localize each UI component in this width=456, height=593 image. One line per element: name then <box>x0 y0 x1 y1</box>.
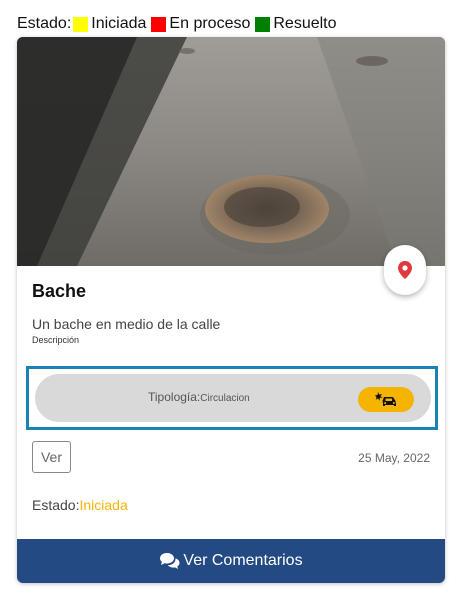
status-legend: Estado: Iniciada En proceso Resuelto <box>17 14 340 34</box>
legend-item-iniciada: Iniciada <box>71 15 146 33</box>
legend-item-resuelto: Resuelto <box>253 15 337 33</box>
status-label: Estado: <box>32 497 80 513</box>
tipologia-value: Circulacion <box>200 393 250 404</box>
tipologia-pill: Tipología:Circulacion <box>35 374 431 422</box>
description-label: Descripción <box>32 335 80 345</box>
comments-icon <box>159 552 181 570</box>
view-button[interactable]: Ver <box>32 441 71 473</box>
tipologia-highlight: Tipología:Circulacion <box>26 366 438 430</box>
legend-swatch-green <box>255 16 271 32</box>
view-comments-label: Ver Comentarios <box>183 552 303 569</box>
legend-label: Estado: <box>17 15 72 32</box>
pothole-photo <box>17 37 445 266</box>
view-comments-button[interactable]: Ver Comentarios <box>17 539 445 583</box>
tipologia-label: Tipología: <box>148 390 201 404</box>
status-value: Iniciada <box>79 497 128 513</box>
car-crash-icon <box>375 392 396 406</box>
tipologia-text: Tipología:Circulacion <box>148 390 250 404</box>
incident-title: Bache <box>32 281 87 301</box>
legend-item-en-proceso: En proceso <box>149 15 250 33</box>
tipologia-badge <box>358 387 414 412</box>
incident-description: Un bache en medio de la calle <box>32 316 221 332</box>
map-pin-icon <box>398 261 412 279</box>
incident-status: Estado:Iniciada <box>32 497 128 513</box>
legend-swatch-yellow <box>73 16 89 32</box>
incident-date: 25 May, 2022 <box>358 451 430 465</box>
incident-card: Bache Un bache en medio de la calle Desc… <box>17 37 445 583</box>
map-location-button[interactable] <box>384 245 426 295</box>
legend-swatch-red <box>151 16 167 32</box>
